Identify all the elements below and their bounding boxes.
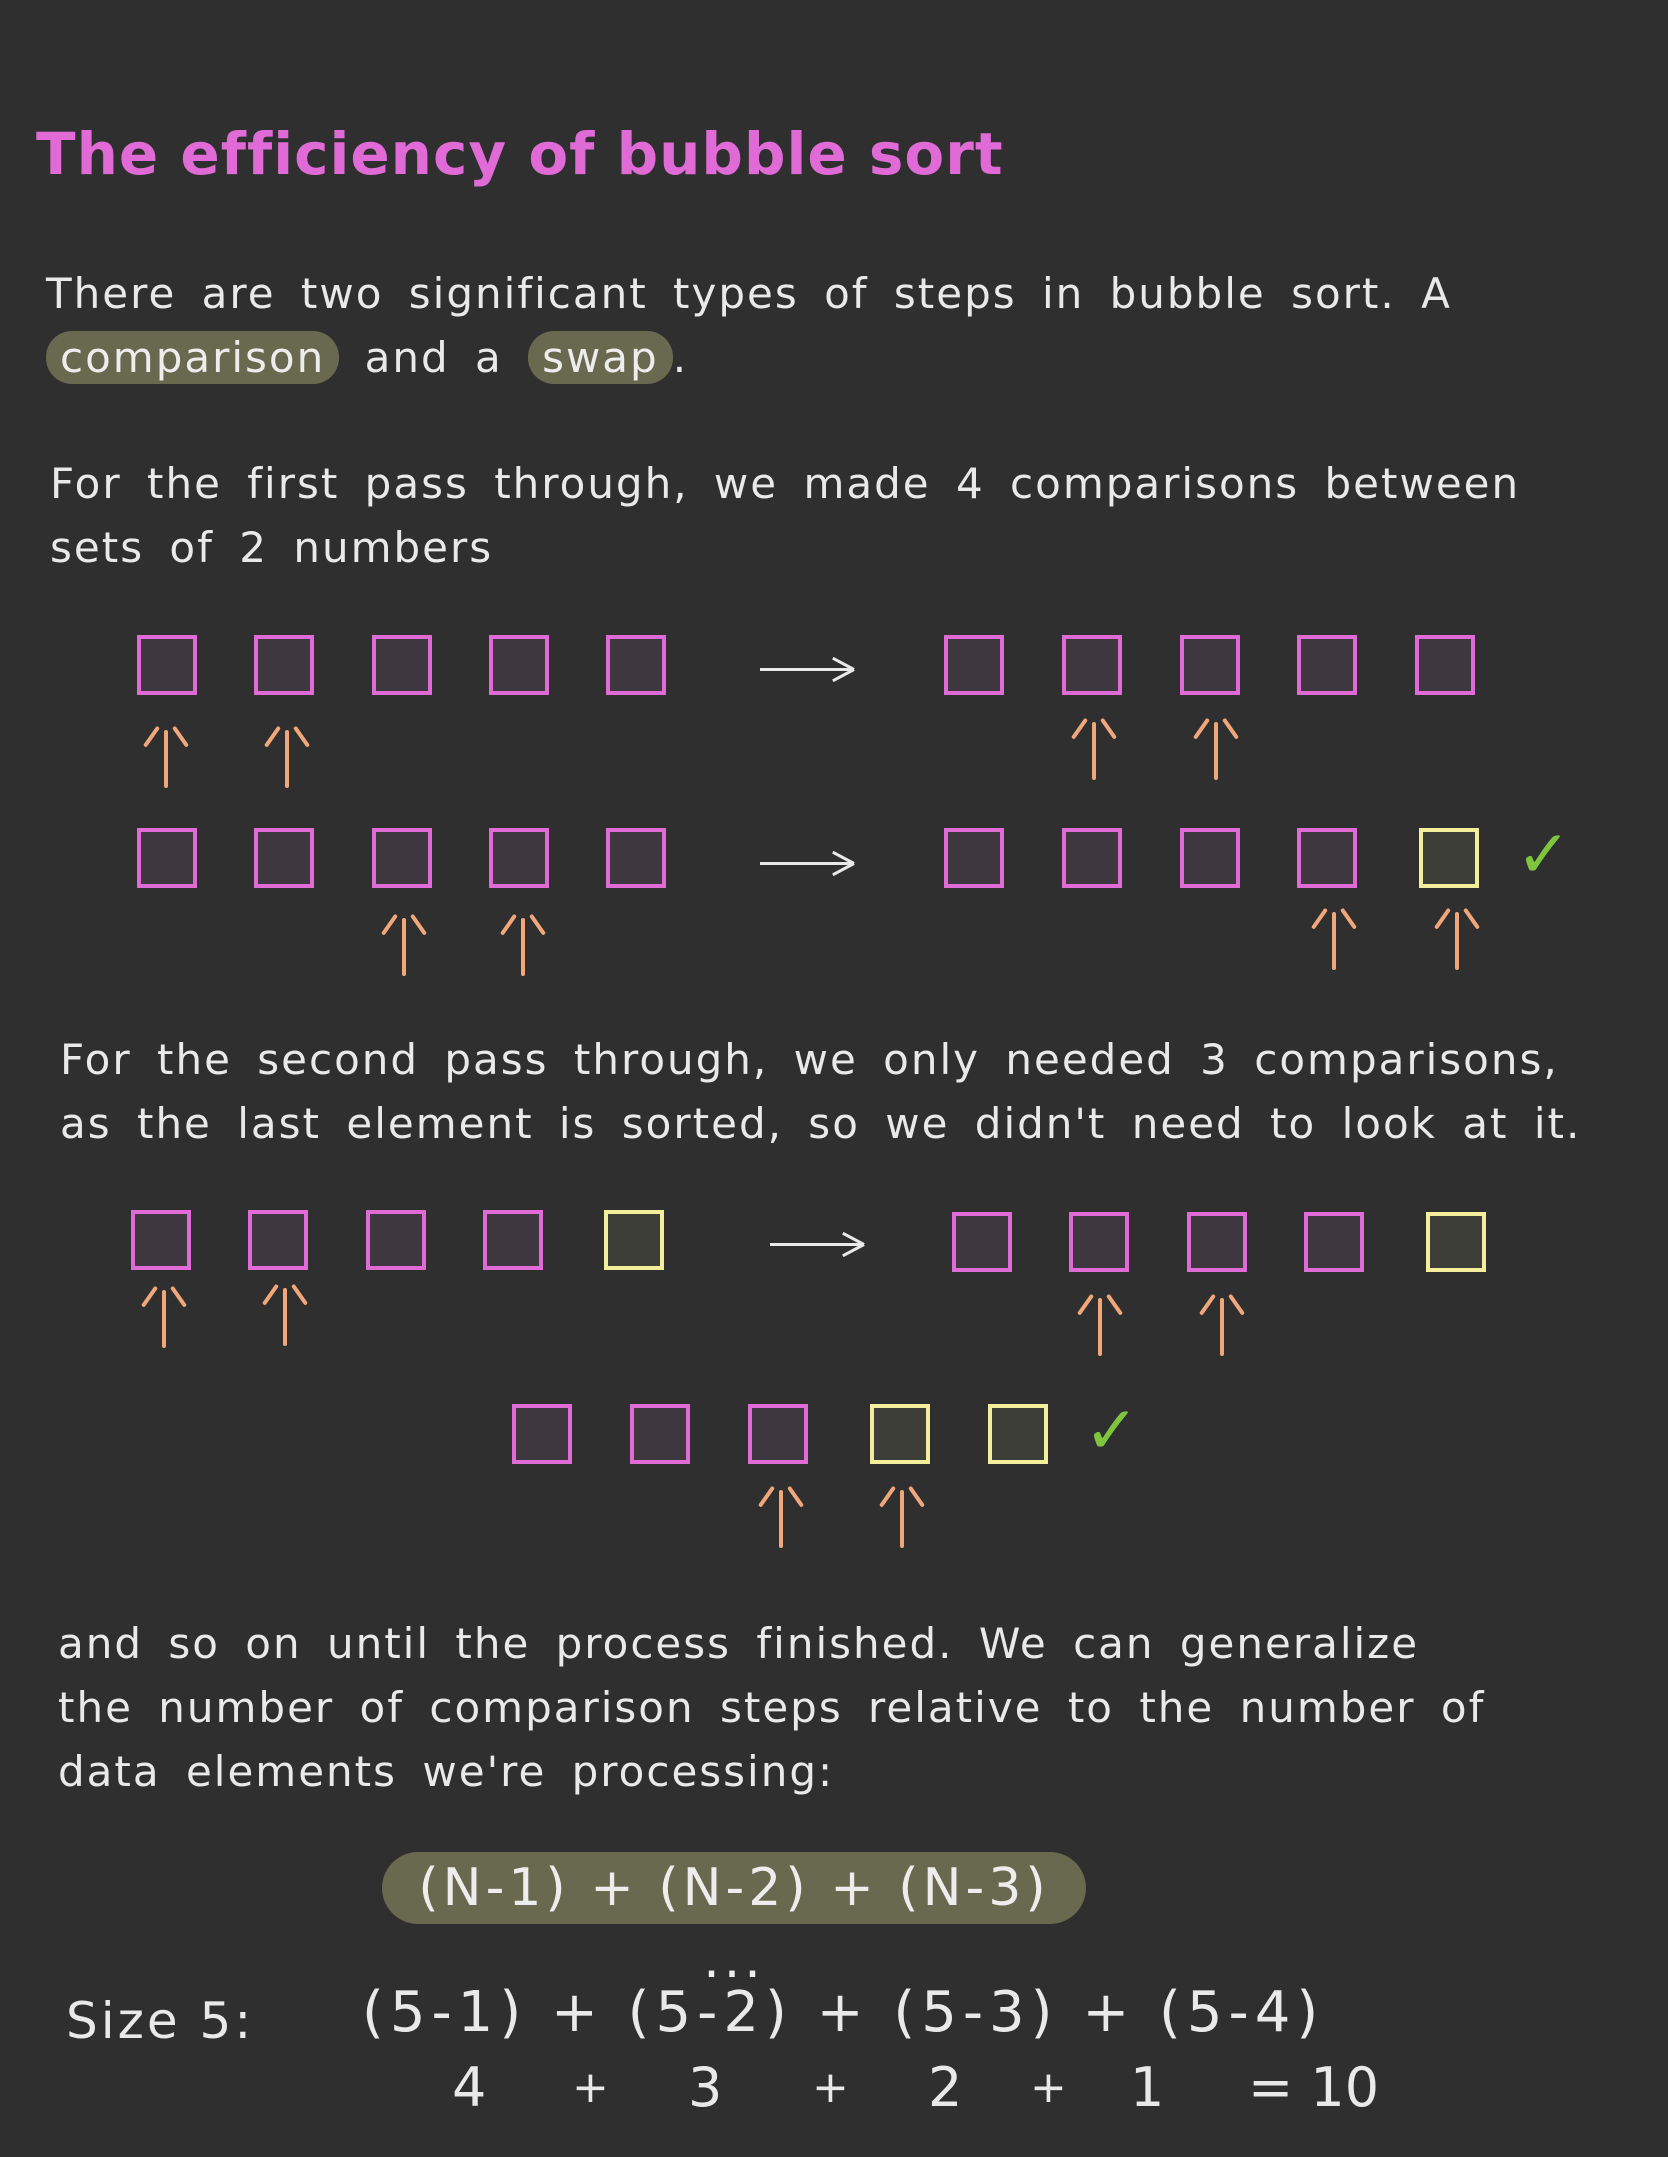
checkmark-icon: ✓ bbox=[1516, 816, 1572, 893]
array-cell bbox=[1297, 635, 1357, 695]
array-cell bbox=[366, 1210, 426, 1270]
array-cell bbox=[372, 635, 432, 695]
checkmark-icon: ✓ bbox=[1084, 1392, 1140, 1469]
right-arrow-icon bbox=[760, 668, 852, 671]
array-cell bbox=[248, 1210, 308, 1270]
up-arrow-icon bbox=[1220, 1298, 1224, 1356]
up-arrow-icon bbox=[521, 918, 525, 976]
up-arrow-icon bbox=[779, 1490, 783, 1548]
up-arrow-icon bbox=[164, 730, 168, 788]
up-arrow-icon bbox=[283, 1288, 287, 1346]
term: 2 bbox=[928, 2056, 963, 2119]
array-cell bbox=[1062, 635, 1122, 695]
up-arrow-icon bbox=[900, 1490, 904, 1548]
term: 4 bbox=[452, 2056, 487, 2119]
array-cell bbox=[254, 828, 314, 888]
up-arrow-icon bbox=[285, 730, 289, 788]
general-formula: (N-1) + (N-2) + (N-3) ... bbox=[382, 1852, 1086, 1990]
generalize-line-3: data elements we're processing: bbox=[58, 1747, 835, 1796]
array-cell bbox=[1304, 1212, 1364, 1272]
page-title: The efficiency of bubble sort bbox=[36, 120, 1004, 188]
sorted-cell bbox=[988, 1404, 1048, 1464]
array-cell bbox=[489, 828, 549, 888]
right-arrow-icon bbox=[760, 862, 852, 865]
and-a-text: and a bbox=[364, 333, 503, 382]
up-arrow-icon bbox=[162, 1290, 166, 1348]
size-label: Size 5: bbox=[66, 1992, 255, 2050]
operator: + bbox=[812, 2062, 849, 2113]
term: 3 bbox=[688, 2056, 723, 2119]
term: 1 bbox=[1130, 2056, 1165, 2119]
first-pass-line-1: For the first pass through, we made 4 co… bbox=[50, 459, 1521, 508]
array-cell bbox=[512, 1404, 572, 1464]
array-cell bbox=[1297, 828, 1357, 888]
swap-highlight: swap bbox=[528, 331, 673, 384]
array-cell bbox=[1415, 635, 1475, 695]
up-arrow-icon bbox=[1332, 912, 1336, 970]
sorted-cell bbox=[604, 1210, 664, 1270]
first-pass-paragraph: For the first pass through, we made 4 co… bbox=[50, 452, 1520, 580]
right-arrow-icon bbox=[770, 1243, 862, 1246]
array-cell bbox=[489, 635, 549, 695]
array-cell bbox=[952, 1212, 1012, 1272]
array-cell bbox=[944, 635, 1004, 695]
size5-expression: (5-1) + (5-2) + (5-3) + (5-4) bbox=[362, 1980, 1325, 2045]
sorted-cell bbox=[870, 1404, 930, 1464]
generalize-paragraph: and so on until the process finished. We… bbox=[58, 1612, 1485, 1804]
array-cell bbox=[1180, 635, 1240, 695]
intro-line-1: There are two significant types of steps… bbox=[46, 269, 1452, 318]
up-arrow-icon bbox=[1098, 1298, 1102, 1356]
up-arrow-icon bbox=[1455, 912, 1459, 970]
up-arrow-icon bbox=[402, 918, 406, 976]
array-cell bbox=[137, 635, 197, 695]
array-cell bbox=[1180, 828, 1240, 888]
array-cell bbox=[606, 828, 666, 888]
array-cell bbox=[606, 635, 666, 695]
intro-paragraph: There are two significant types of steps… bbox=[46, 262, 1452, 390]
operator: + bbox=[1030, 2062, 1067, 2113]
operator: + bbox=[572, 2062, 609, 2113]
intro-line-2: comparison and a swap. bbox=[46, 326, 1452, 390]
generalize-line-1: and so on until the process finished. We… bbox=[58, 1619, 1420, 1668]
generalize-line-2: the number of comparison steps relative … bbox=[58, 1683, 1486, 1732]
array-cell bbox=[483, 1210, 543, 1270]
first-pass-line-2: sets of 2 numbers bbox=[50, 523, 494, 572]
array-cell bbox=[1187, 1212, 1247, 1272]
period-text: . bbox=[672, 333, 689, 382]
array-cell bbox=[372, 828, 432, 888]
result: = 10 bbox=[1248, 2056, 1380, 2119]
second-pass-paragraph: For the second pass through, we only nee… bbox=[60, 1028, 1581, 1156]
up-arrow-icon bbox=[1214, 722, 1218, 780]
up-arrow-icon bbox=[1092, 722, 1096, 780]
sorted-cell bbox=[1419, 828, 1479, 888]
array-cell bbox=[131, 1210, 191, 1270]
array-cell bbox=[137, 828, 197, 888]
array-cell bbox=[748, 1404, 808, 1464]
second-pass-line-2: as the last element is sorted, so we did… bbox=[60, 1099, 1582, 1148]
array-cell bbox=[1069, 1212, 1129, 1272]
array-cell bbox=[254, 635, 314, 695]
array-cell bbox=[944, 828, 1004, 888]
array-cell bbox=[1062, 828, 1122, 888]
second-pass-line-1: For the second pass through, we only nee… bbox=[60, 1035, 1559, 1084]
sorted-cell bbox=[1426, 1212, 1486, 1272]
array-cell bbox=[630, 1404, 690, 1464]
comparison-highlight: comparison bbox=[46, 331, 340, 384]
